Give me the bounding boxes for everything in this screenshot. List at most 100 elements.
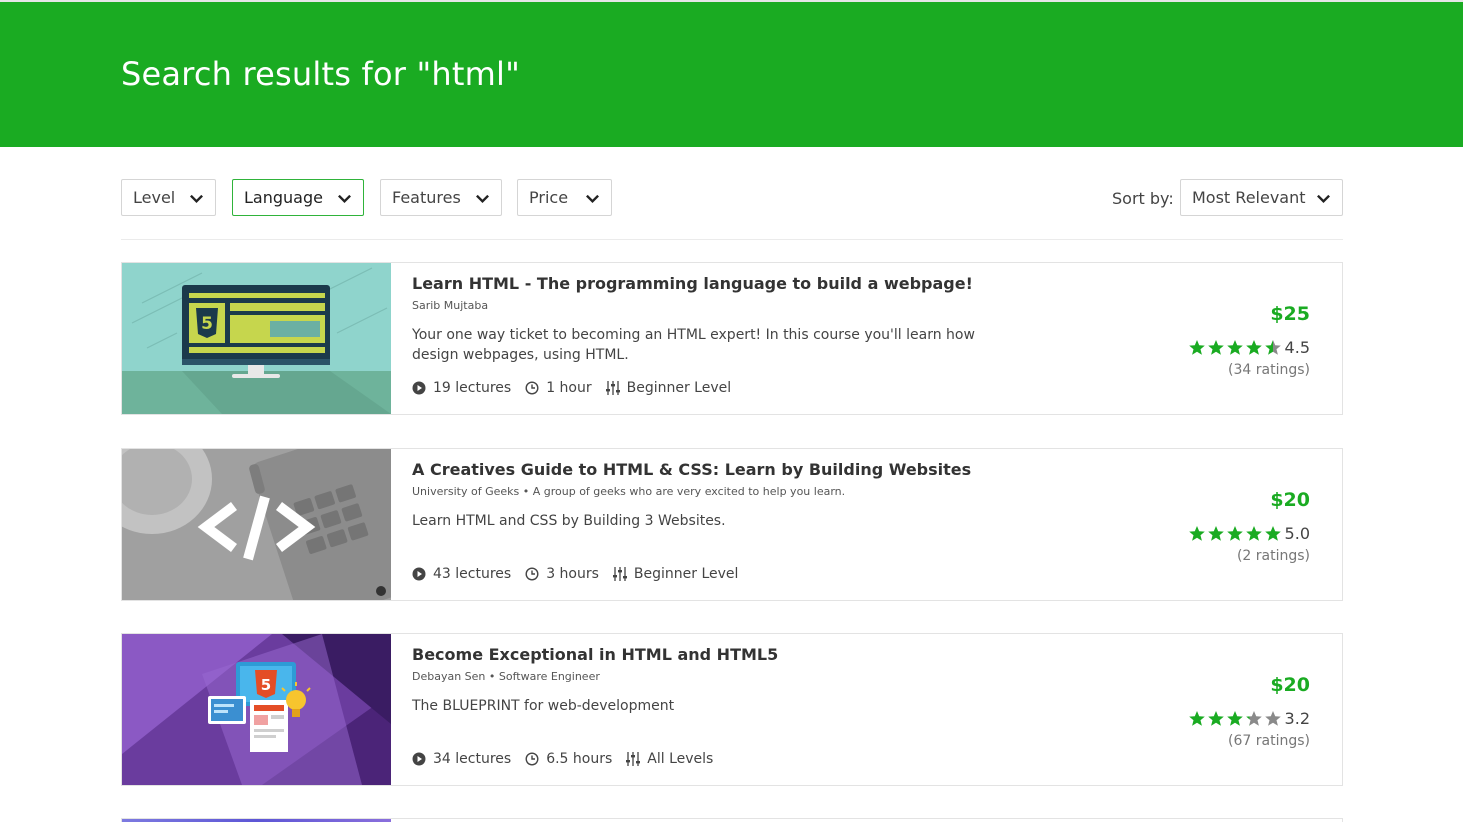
level-sliders-icon xyxy=(605,381,620,395)
course-description: Your one way ticket to becoming an HTML … xyxy=(412,327,975,363)
features-filter-label: Features xyxy=(392,188,461,207)
course-card[interactable]: 5 Learn HTML - The programming language … xyxy=(121,262,1343,415)
course-title[interactable]: Become Exceptional in HTML and HTML5 xyxy=(412,645,778,664)
chevron-down-icon xyxy=(190,194,203,204)
chevron-down-icon xyxy=(586,194,599,204)
lectures-count: 19 lectures xyxy=(412,380,511,396)
level-sliders-icon xyxy=(612,567,627,581)
language-filter-dropdown[interactable]: Language xyxy=(232,179,364,216)
course-card[interactable] xyxy=(121,818,1343,822)
sort-dropdown[interactable]: Most Relevant xyxy=(1180,179,1343,216)
course-meta: 34 lectures 6.5 hours All Levels xyxy=(412,751,727,767)
course-description: Learn HTML and CSS by Building 3 Website… xyxy=(412,513,726,529)
course-thumbnail[interactable] xyxy=(122,449,391,600)
course-price: $20 xyxy=(1270,489,1310,511)
lectures-count: 34 lectures xyxy=(412,751,511,767)
course-author: University of Geeks • A group of geeks w… xyxy=(412,485,846,498)
page-title: Search results for "html" xyxy=(121,55,520,93)
star-icon xyxy=(1264,526,1281,541)
html5-devices-icon: 5 xyxy=(122,634,391,785)
star-icon xyxy=(1188,711,1205,726)
course-title[interactable]: A Creatives Guide to HTML & CSS: Learn b… xyxy=(412,460,971,479)
lectures-text: 19 lectures xyxy=(433,380,512,396)
course-price: $25 xyxy=(1270,303,1310,325)
course-author: Sarib Mujtaba xyxy=(412,299,489,312)
course-rating: 5.0 xyxy=(1188,524,1310,543)
course-card[interactable]: A Creatives Guide to HTML & CSS: Learn b… xyxy=(121,448,1343,601)
rating-stars xyxy=(1188,710,1283,727)
course-thumbnail[interactable]: 5 xyxy=(122,634,391,785)
level-text: Beginner Level xyxy=(626,380,732,396)
course-duration: 1 hour xyxy=(525,380,592,396)
duration-text: 6.5 hours xyxy=(546,751,613,767)
level-sliders-icon xyxy=(626,752,641,766)
course-level: Beginner Level xyxy=(612,566,739,582)
course-card[interactable]: 5 Become Exceptional in HTML and HTML5 D… xyxy=(121,633,1343,786)
star-icon xyxy=(1264,711,1281,726)
star-icon xyxy=(1226,526,1243,541)
lectures-count: 43 lectures xyxy=(412,566,511,582)
clock-icon xyxy=(525,567,539,581)
play-circle-icon xyxy=(412,381,426,395)
rating-value: 5.0 xyxy=(1284,524,1310,543)
divider xyxy=(121,239,1343,240)
clock-icon xyxy=(525,381,539,395)
course-duration: 3 hours xyxy=(525,566,599,582)
play-circle-icon xyxy=(412,567,426,581)
course-meta: 19 lectures 1 hour Beginner Level xyxy=(412,380,745,396)
search-header: Search results for "html" xyxy=(0,2,1463,147)
ratings-count: (34 ratings) xyxy=(1228,362,1310,378)
course-level: All Levels xyxy=(626,751,713,767)
level-filter-dropdown[interactable]: Level xyxy=(121,179,216,216)
lectures-text: 43 lectures xyxy=(433,566,512,582)
star-icon xyxy=(1245,711,1262,726)
chevron-down-icon xyxy=(476,194,489,204)
rating-value: 3.2 xyxy=(1284,709,1310,728)
star-icon xyxy=(1188,526,1205,541)
course-description: The BLUEPRINT for web-development xyxy=(412,698,675,714)
features-filter-dropdown[interactable]: Features xyxy=(380,179,502,216)
svg-text:5: 5 xyxy=(261,676,271,694)
course-thumbnail[interactable]: 5 xyxy=(122,263,391,414)
clock-icon xyxy=(525,752,539,766)
rating-value: 4.5 xyxy=(1284,338,1310,357)
star-icon xyxy=(1207,526,1224,541)
course-meta: 43 lectures 3 hours Beginner Level xyxy=(412,566,752,582)
price-filter-label: Price xyxy=(529,188,569,207)
star-icon xyxy=(1207,711,1224,726)
star-icon xyxy=(1264,340,1281,355)
chevron-down-icon xyxy=(1317,194,1330,204)
code-brackets-icon xyxy=(122,449,391,600)
play-circle-icon xyxy=(412,752,426,766)
star-icon xyxy=(1245,526,1262,541)
star-icon xyxy=(1226,340,1243,355)
level-text: Beginner Level xyxy=(633,566,739,582)
price-filter-dropdown[interactable]: Price xyxy=(517,179,612,216)
chevron-down-icon xyxy=(338,194,351,204)
rating-stars xyxy=(1188,525,1283,542)
html5-monitor-icon: 5 xyxy=(122,263,391,414)
level-filter-label: Level xyxy=(133,188,176,207)
course-duration: 6.5 hours xyxy=(525,751,612,767)
lectures-text: 34 lectures xyxy=(433,751,512,767)
course-price: $20 xyxy=(1270,674,1310,696)
sort-label: Sort by: xyxy=(1112,189,1174,208)
duration-text: 1 hour xyxy=(546,380,592,396)
level-text: All Levels xyxy=(647,751,714,767)
ratings-count: (67 ratings) xyxy=(1228,733,1310,749)
sort-value: Most Relevant xyxy=(1192,188,1306,207)
rating-stars xyxy=(1188,339,1283,356)
svg-text:5: 5 xyxy=(201,314,213,334)
course-rating: 4.5 xyxy=(1188,338,1310,357)
star-icon xyxy=(1188,340,1205,355)
ratings-count: (2 ratings) xyxy=(1236,548,1310,564)
star-icon xyxy=(1226,711,1243,726)
course-rating: 3.2 xyxy=(1188,709,1310,728)
star-icon xyxy=(1207,340,1224,355)
star-icon xyxy=(1245,340,1262,355)
duration-text: 3 hours xyxy=(546,566,599,582)
course-title[interactable]: Learn HTML - The programming language to… xyxy=(412,274,973,293)
language-filter-label: Language xyxy=(244,188,323,207)
course-level: Beginner Level xyxy=(605,380,732,396)
course-author: Debayan Sen • Software Engineer xyxy=(412,670,600,683)
